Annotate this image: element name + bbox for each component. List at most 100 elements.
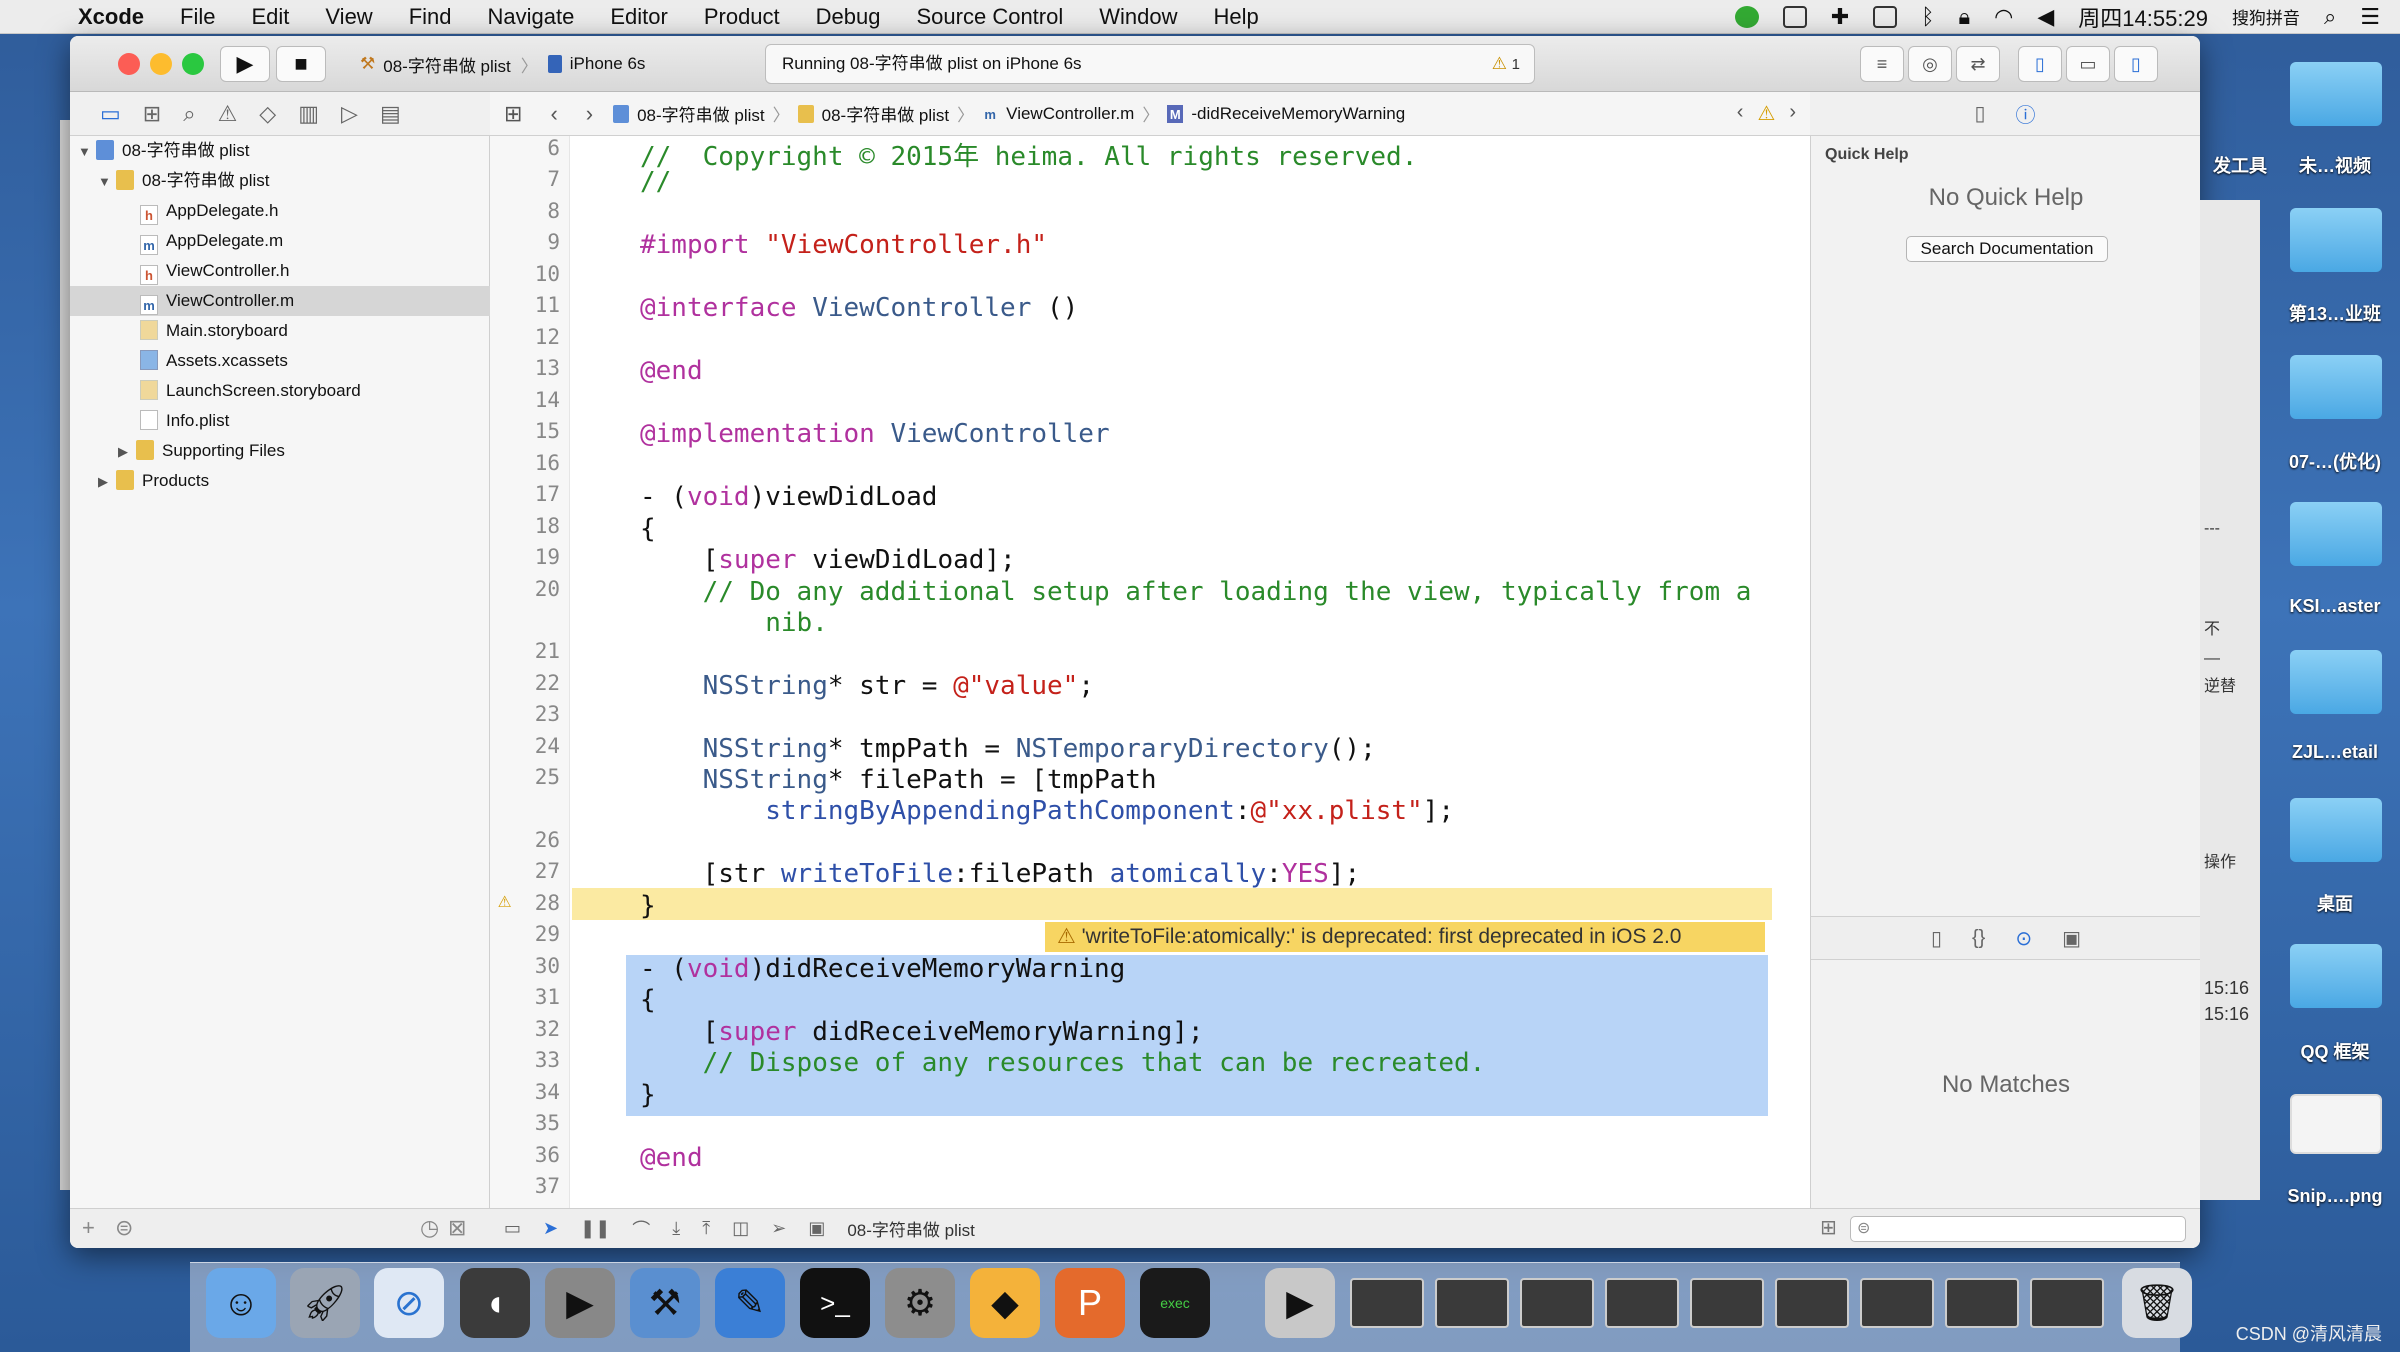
add-file-plus-icon[interactable]: + [82,1215,95,1240]
tree-row-assets[interactable]: Assets.xcassets [70,346,490,376]
sync-icon[interactable] [1734,5,1759,28]
minimized-window-thumbnail[interactable] [1945,1278,2019,1328]
clipboard-icon[interactable] [1782,5,1807,28]
tree-row-viewcontroller-h[interactable]: h ViewController.h [70,256,490,286]
desktop-folder-icon[interactable] [2290,798,2382,862]
desktop-label[interactable]: 桌面 [2270,890,2400,916]
desktop-label[interactable]: Snip….png [2270,1186,2400,1207]
scm-status-icon[interactable]: ⊠ [448,1209,466,1247]
inline-warning-message[interactable]: ⚠ 'writeToFile:atomically:' is deprecate… [1045,922,1765,952]
test-navigator-diamond-icon[interactable]: ◇ [259,101,276,127]
menu-edit[interactable]: Edit [233,4,307,30]
breakpoints-toggle-icon[interactable]: ➤ [543,1218,558,1239]
notification-center-icon[interactable]: ☰ [2360,5,2380,28]
quicktime-icon[interactable]: ▶ [1265,1268,1335,1338]
assistant-editor-button[interactable]: ◎ [1908,46,1952,82]
quick-help-icon[interactable]: ⓘ [2016,99,2036,128]
project-navigator-folder-icon[interactable]: ▭ [100,101,121,127]
instruments-icon[interactable]: ✎ [715,1268,785,1338]
filter-icon[interactable]: ⊜ [115,1215,133,1240]
paw-app-icon[interactable]: P [1055,1268,1125,1338]
minimized-window-thumbnail[interactable] [1690,1278,1764,1328]
lock-icon[interactable]: 🔒︎ [1958,5,1970,28]
toggle-utilities-button[interactable]: ▯ [2114,46,2158,82]
tree-row-products[interactable]: ▶ Products [70,466,490,496]
object-library-icon[interactable]: ⊙ [2015,926,2032,951]
clock[interactable]: 周四14:55:29 [2078,1,2208,33]
code-snippet-braces-icon[interactable]: {} [1972,927,1985,950]
tree-row-launchscreen[interactable]: LaunchScreen.storyboard [70,376,490,406]
menu-editor[interactable]: Editor [592,4,685,30]
scheme-selector[interactable]: ⚒ 08-字符串做 plist 〉 iPhone 6s [350,46,655,82]
tree-row-appdelegate-h[interactable]: h AppDelegate.h [70,196,490,226]
desktop-label[interactable]: 发工具 [2200,152,2280,178]
desktop-folder-icon[interactable] [2290,355,2382,419]
video-editor-icon[interactable]: ▶ [545,1268,615,1338]
tree-row-project[interactable]: ▼ 08-字符串做 plist [70,136,490,166]
symbol-navigator-icon[interactable]: ⊞ [143,101,161,127]
tree-row-appdelegate-m[interactable]: m AppDelegate.m [70,226,490,256]
minimized-window-thumbnail[interactable] [2030,1278,2104,1328]
zoom-window-icon[interactable] [182,53,204,75]
forward-chevron-icon[interactable]: › [572,101,607,127]
recent-files-clock-icon[interactable]: ◷ [420,1209,439,1247]
minimized-window-thumbnail[interactable] [1860,1278,1934,1328]
disclosure-closed-icon[interactable]: ▶ [118,437,136,467]
gutter-warning-icon[interactable]: ⚠ [498,888,511,913]
hide-debug-area-icon[interactable]: ▭ [504,1218,521,1239]
toggle-debug-area-button[interactable]: ▭ [2066,46,2110,82]
desktop-label[interactable]: KSI…aster [2270,596,2400,617]
menu-file[interactable]: File [162,4,233,30]
plus-icon[interactable]: ✚ [1831,5,1849,28]
menu-debug[interactable]: Debug [798,4,899,30]
step-over-icon[interactable]: ⌒ [632,1216,650,1242]
tree-row-group[interactable]: ▼ 08-字符串做 plist [70,166,490,196]
desktop-folder-icon[interactable] [2290,62,2382,126]
debug-target-label[interactable]: 08-字符串做 plist [847,1216,975,1241]
desktop-image-thumbnail-icon[interactable] [2290,1094,2382,1154]
breakpoint-navigator-icon[interactable]: ▷ [341,101,358,127]
step-out-icon[interactable]: ⤒ [702,1218,710,1239]
menu-help[interactable]: Help [1196,4,1277,30]
menu-view[interactable]: View [307,4,390,30]
tree-row-main-storyboard[interactable]: Main.storyboard [70,316,490,346]
desktop-folder-icon[interactable] [2290,650,2382,714]
system-preferences-gear-icon[interactable]: ⚙ [885,1268,955,1338]
source-editor[interactable]: 6 7 8 9 10 11 12 13 14 15 16 17 18 19 20… [490,136,1810,1208]
media-library-icon[interactable]: ▣ [2062,926,2081,951]
disclosure-closed-icon[interactable]: ▶ [98,467,116,497]
minimize-window-icon[interactable] [150,53,172,75]
file-inspector-icon[interactable]: ▯ [1974,101,1985,126]
minimized-window-thumbnail[interactable] [1350,1278,1424,1328]
tree-row-supporting-files[interactable]: ▶ Supporting Files [70,436,490,466]
location-arrow-icon[interactable]: ➢ [771,1218,786,1239]
breadcrumb-project[interactable]: 08-字符串做 plist [607,101,771,126]
console-app-icon[interactable]: exec [1140,1268,1210,1338]
pause-icon[interactable]: ❚❚ [580,1218,610,1239]
search-documentation-button[interactable]: Search Documentation [1906,236,2108,262]
standard-editor-button[interactable]: ≡ [1860,46,1904,82]
report-navigator-icon[interactable]: ▤ [380,101,401,127]
related-items-grid-icon[interactable]: ⊞ [490,101,536,127]
desktop-folder-icon[interactable] [2290,502,2382,566]
wifi-icon[interactable]: ◠ [1994,5,2013,28]
tree-row-info-plist[interactable]: Info.plist [70,406,490,436]
breadcrumb-file[interactable]: m ViewController.m [976,104,1140,124]
toggle-navigator-button[interactable]: ▯ [2018,46,2062,82]
debug-navigator-icon[interactable]: ▥ [298,101,319,127]
trash-icon[interactable]: 🗑︎ [2122,1268,2192,1338]
launchpad-rocket-icon[interactable]: 🚀︎ [290,1268,360,1338]
minimized-window-thumbnail[interactable] [1605,1278,1679,1328]
disclosure-open-icon[interactable]: ▼ [78,137,96,167]
run-button[interactable]: ▶ [220,46,270,82]
back-chevron-icon[interactable]: ‹ [536,101,571,127]
menu-product[interactable]: Product [686,4,798,30]
issue-warning-icon[interactable]: ⚠ [1757,101,1775,126]
safari-compass-icon[interactable]: ⊘ [374,1268,444,1338]
volume-icon[interactable]: ◀ [2037,5,2054,28]
breadcrumb-method[interactable]: M -didReceiveMemoryWarning [1161,104,1411,124]
grid-view-icon[interactable]: ⊞ [1820,1215,1837,1240]
desktop-label[interactable]: 未…视频 [2270,152,2400,178]
next-issue-chevron-icon[interactable]: › [1789,101,1796,126]
sketch-diamond-icon[interactable]: ◆ [970,1268,1040,1338]
